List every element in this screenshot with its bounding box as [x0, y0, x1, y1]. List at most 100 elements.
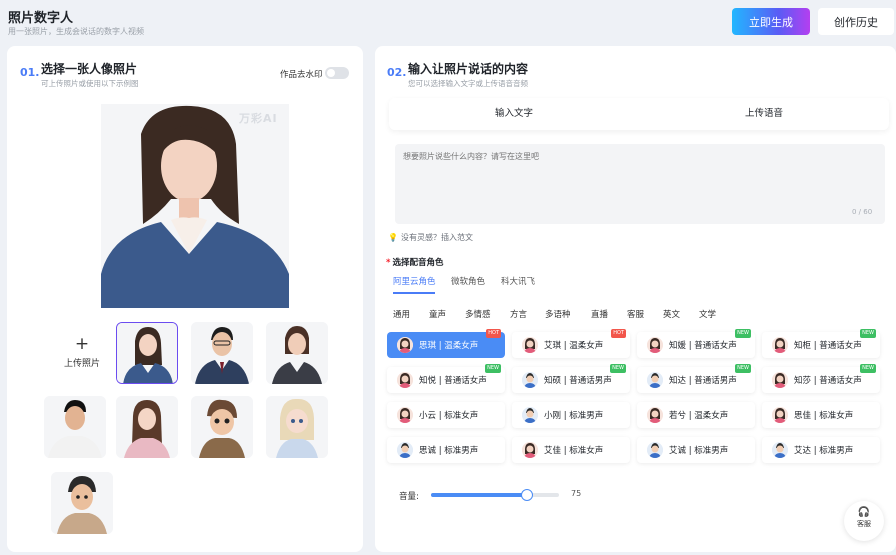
woman-portrait-icon — [117, 323, 177, 383]
voice-option[interactable]: 知硕 | 普通话男声 NEW — [512, 364, 630, 393]
new-badge: NEW — [860, 329, 876, 338]
voice-option[interactable]: 思佳 | 标准女声 — [762, 402, 880, 428]
voice-option[interactable]: 知媛 | 普通话女声 NEW — [637, 329, 755, 358]
voice-option-label: 知硕 | 普通话男声 — [544, 376, 612, 386]
step-number: 02. — [387, 66, 407, 79]
watermark-toggle[interactable] — [325, 67, 349, 79]
male-avatar-icon — [772, 442, 788, 458]
volume-slider[interactable] — [431, 489, 559, 501]
section-title: 输入让照片说话的内容 — [408, 62, 529, 76]
female-avatar-icon — [397, 372, 413, 388]
char-counter: 0 / 60 — [852, 208, 873, 216]
customer-service-button[interactable]: 🎧 客服 — [844, 501, 884, 541]
hot-badge: HOT — [486, 329, 501, 338]
sample-photo-3[interactable] — [266, 322, 328, 384]
voice-option-label: 艾诚 | 标准男声 — [669, 446, 729, 456]
hint-text: 没有灵感？插入范文 — [400, 233, 473, 242]
provider-tab-iflytek[interactable]: 科大讯飞 — [501, 275, 535, 287]
female-avatar-icon — [772, 337, 788, 353]
new-badge: NEW — [860, 364, 876, 373]
upload-label: 上传照片 — [63, 359, 100, 369]
category-multilingual[interactable]: 多语种 — [545, 308, 571, 320]
required-mark: * — [386, 258, 391, 268]
cartoon-girl-portrait-icon — [266, 396, 328, 458]
new-badge: NEW — [735, 329, 751, 338]
cartoon-boy-portrait-icon — [191, 396, 253, 458]
voice-option-label: 思诚 | 标准男声 — [419, 446, 479, 456]
sample-photo-1[interactable] — [116, 322, 178, 384]
female-avatar-icon — [522, 442, 538, 458]
voice-option-label: 知莎 | 普通话女声 — [794, 376, 862, 386]
voice-option[interactable]: 知莎 | 普通话女声 NEW — [762, 364, 880, 393]
category-livestream[interactable]: 直播 — [591, 308, 608, 320]
male-avatar-icon — [647, 372, 663, 388]
voice-option-label: 思佳 | 标准女声 — [794, 411, 854, 421]
app-subtitle: 用一张照片，生成会说话的数字人视频 — [8, 27, 144, 36]
tab-upload-audio[interactable]: 上传语音 — [639, 98, 889, 130]
headset-icon: 🎧 — [857, 507, 871, 518]
voice-option[interactable]: 艾达 | 标准男声 — [762, 437, 880, 463]
sample-photo-7[interactable] — [266, 396, 328, 458]
volume-label: 音量: — [399, 492, 419, 502]
sample-photo-5[interactable] — [116, 396, 178, 458]
tab-input-text[interactable]: 输入文字 — [389, 98, 639, 130]
sample-photo-2[interactable] — [191, 322, 253, 384]
category-dialect[interactable]: 方言 — [510, 308, 527, 320]
script-textarea[interactable] — [395, 144, 885, 224]
sample-photo-4[interactable] — [44, 396, 106, 458]
volume-slider-handle[interactable] — [521, 489, 533, 501]
category-general[interactable]: 通用 — [393, 308, 410, 320]
sample-photo-8[interactable] — [51, 472, 113, 534]
female-avatar-icon — [397, 337, 413, 353]
voice-option[interactable]: 艾琪 | 温柔女声 HOT — [512, 329, 630, 358]
insert-sample-link[interactable]: 💡 没有灵感？插入范文 — [388, 232, 473, 243]
voice-option[interactable]: 知达 | 普通话男声 NEW — [637, 364, 755, 393]
voice-option[interactable]: 若兮 | 温柔女声 — [637, 402, 755, 428]
section-subtitle: 您可以选择输入文字或上传语音音频 — [408, 79, 528, 88]
section-subtitle: 可上传照片或使用以下示例图 — [41, 79, 139, 88]
male-avatar-icon — [647, 442, 663, 458]
female-avatar-icon — [522, 337, 538, 353]
step-number: 01. — [20, 66, 40, 79]
section-title: 选择一张人像照片 — [41, 62, 138, 76]
category-child[interactable]: 童声 — [429, 308, 446, 320]
voice-option[interactable]: 艾佳 | 标准女声 — [512, 437, 630, 463]
category-english[interactable]: 英文 — [663, 308, 680, 320]
voice-option[interactable]: 艾诚 | 标准男声 — [637, 437, 755, 463]
voice-option-label: 小刚 | 标准男声 — [544, 411, 604, 421]
content-panel: 02. 输入让照片说话的内容 您可以选择输入文字或上传语音音频 输入文字 上传语… — [375, 46, 896, 552]
voice-option-label: 知达 | 普通话男声 — [669, 376, 737, 386]
hot-badge: HOT — [611, 329, 626, 338]
category-service[interactable]: 客服 — [627, 308, 644, 320]
new-badge: NEW — [485, 364, 501, 373]
provider-tab-microsoft[interactable]: 微软角色 — [451, 275, 485, 287]
female-avatar-icon — [772, 407, 788, 423]
voice-option-label: 知悦 | 普通话女声 — [419, 376, 487, 386]
voice-option[interactable]: 小云 | 标准女声 — [387, 402, 505, 428]
lightbulb-icon: 💡 — [388, 233, 398, 242]
new-badge: NEW — [735, 364, 751, 373]
male-avatar-icon — [522, 407, 538, 423]
photo-watermark: 万彩AI — [239, 112, 278, 125]
history-button[interactable]: 创作历史 — [818, 8, 894, 35]
voice-option-label: 知柜 | 普通话女声 — [794, 341, 862, 351]
category-emotion[interactable]: 多情感 — [465, 308, 491, 320]
voice-option-label: 艾达 | 标准男声 — [794, 446, 854, 456]
voice-role-label: * 选择配音角色 — [386, 256, 443, 268]
female-avatar-icon — [647, 407, 663, 423]
upload-photo-button[interactable]: + 上传照片 — [51, 322, 113, 384]
sample-photo-6[interactable] — [191, 396, 253, 458]
female-avatar-icon — [397, 407, 413, 423]
voice-option[interactable]: 小刚 | 标准男声 — [512, 402, 630, 428]
voice-option-label: 艾琪 | 温柔女声 — [544, 341, 604, 351]
category-literature[interactable]: 文学 — [699, 308, 716, 320]
generate-button[interactable]: 立即生成 — [732, 8, 810, 35]
voice-option[interactable]: 知悦 | 普通话女声 NEW — [387, 364, 505, 393]
main-photo-preview: 万彩AI — [101, 104, 289, 308]
voice-option[interactable]: 思诚 | 标准男声 — [387, 437, 505, 463]
voice-option[interactable]: 知柜 | 普通话女声 NEW — [762, 329, 880, 358]
app-title: 照片数字人 — [8, 11, 74, 26]
voice-option[interactable]: 思琪 | 温柔女声 HOT — [387, 329, 505, 358]
new-badge: NEW — [610, 364, 626, 373]
provider-tab-aliyun[interactable]: 阿里云角色 — [393, 275, 436, 287]
